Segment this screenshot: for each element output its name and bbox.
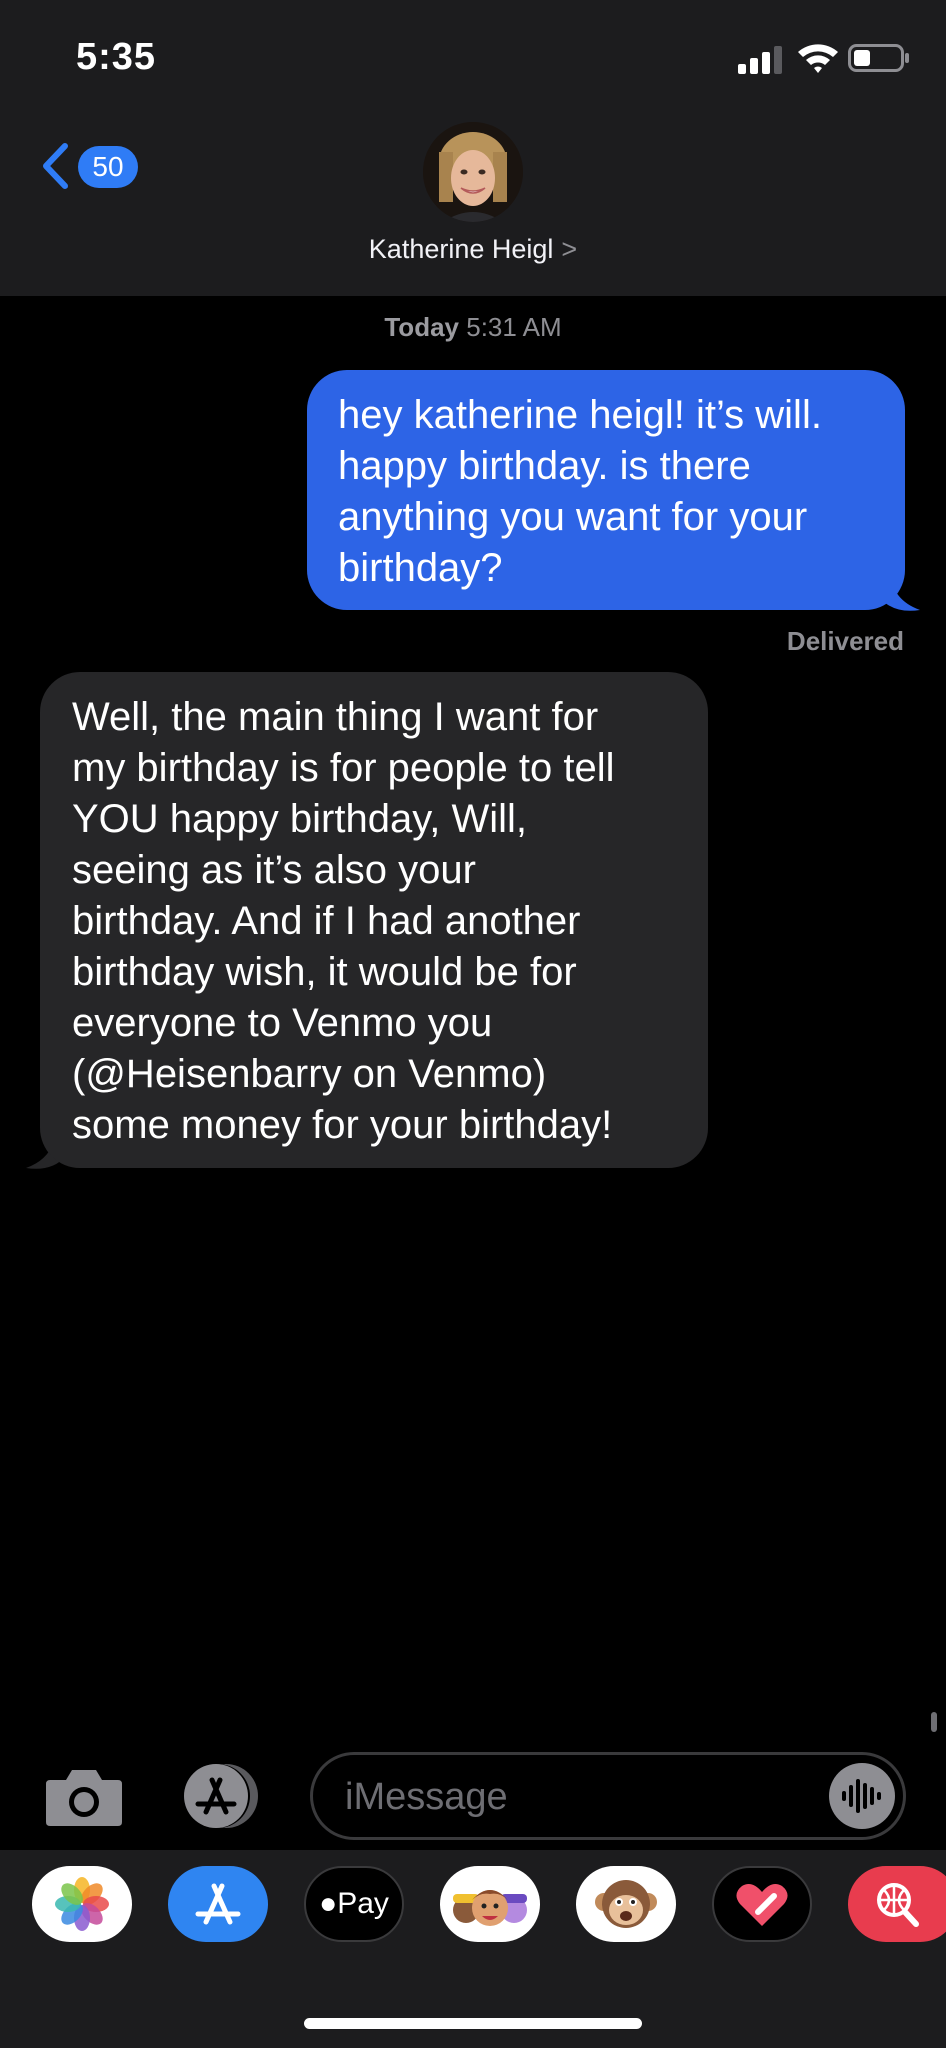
app-drawer: ●Pay xyxy=(0,1850,946,2048)
chevron-right-icon: > xyxy=(561,234,578,264)
conversation-header: 50 Katherine Heigl > xyxy=(0,110,946,296)
message-input-bar xyxy=(0,1740,946,1850)
message-line: (@Heisenbarry on Venmo) xyxy=(72,1052,547,1096)
wifi-icon xyxy=(798,44,838,73)
home-indicator[interactable] xyxy=(304,2018,642,2029)
animoji-app-button[interactable] xyxy=(576,1866,676,1942)
heart-touch-icon xyxy=(736,1884,788,1926)
message-line: birthday wish, it would be for xyxy=(72,950,577,994)
unread-count-badge: 50 xyxy=(78,146,138,188)
message-line: anything you want for your xyxy=(338,495,808,539)
monkey-animoji-icon xyxy=(595,1880,657,1928)
camera-icon[interactable] xyxy=(44,1766,124,1828)
cellular-signal-icon xyxy=(738,46,782,74)
message-line: everyone to Venmo you xyxy=(72,1001,493,1045)
memoji-icon xyxy=(453,1890,527,1926)
memoji-app-button[interactable] xyxy=(440,1866,540,1942)
app-store-icon xyxy=(195,1883,241,1925)
photos-app-button[interactable] xyxy=(32,1866,132,1942)
message-line: my birthday is for people to tell xyxy=(72,746,615,790)
imessage-field[interactable] xyxy=(310,1752,906,1840)
sent-message-bubble[interactable]: hey katherine heigl! it’s will. happy bi… xyxy=(307,370,905,610)
scroll-indicator[interactable] xyxy=(931,1712,937,1732)
message-line: seeing as it’s also your xyxy=(72,848,476,892)
search-images-app-button[interactable] xyxy=(848,1866,946,1942)
battery-icon xyxy=(848,44,909,72)
message-line: birthday? xyxy=(338,546,503,590)
received-message-bubble[interactable]: Well, the main thing I want for my birth… xyxy=(40,672,708,1168)
message-line: hey katherine heigl! it’s will. xyxy=(338,393,822,437)
timestamp-day: Today xyxy=(384,312,459,342)
contact-name: Katherine Heigl xyxy=(368,234,554,264)
timestamp-time: 5:31 AM xyxy=(466,312,562,342)
apple-pay-label: Pay xyxy=(337,1887,389,1920)
message-input[interactable] xyxy=(343,1769,817,1825)
apps-button-icon[interactable] xyxy=(176,1762,268,1830)
message-line: YOU happy birthday, Will, xyxy=(72,797,527,841)
message-line: Well, the main thing I want for xyxy=(72,695,599,739)
app-store-app-button[interactable] xyxy=(168,1866,268,1942)
message-timestamp: Today 5:31 AM xyxy=(0,312,946,343)
photos-icon xyxy=(55,1877,109,1931)
contact-avatar[interactable] xyxy=(423,122,523,222)
digital-touch-app-button[interactable] xyxy=(712,1866,812,1942)
status-time: 5:35 xyxy=(76,36,157,78)
message-line: some money for your birthday! xyxy=(72,1103,613,1147)
message-line: birthday. And if I had another xyxy=(72,899,581,943)
apple-pay-app-button[interactable]: ●Pay xyxy=(304,1866,404,1942)
waveform-icon xyxy=(842,1779,881,1813)
message-line: happy birthday. is there xyxy=(338,444,751,488)
apple-logo-icon: ● xyxy=(319,1887,338,1920)
status-bar: 5:35 xyxy=(0,0,946,110)
contact-name-button[interactable]: Katherine Heigl > xyxy=(0,234,946,265)
chevron-left-icon xyxy=(43,143,68,189)
delivered-status: Delivered xyxy=(786,626,904,656)
contact-photo xyxy=(423,122,523,222)
globe-search-icon xyxy=(877,1883,919,1927)
voice-message-button[interactable] xyxy=(829,1763,895,1829)
back-button[interactable]: 50 xyxy=(36,136,148,196)
